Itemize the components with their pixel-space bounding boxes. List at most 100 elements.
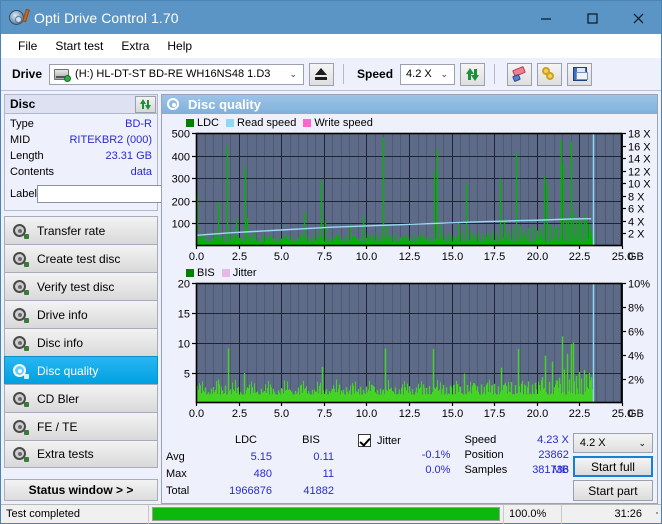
svg-text:20.0: 20.0 [527,408,548,420]
sidebar-item-cd-bler[interactable]: CD Bler [4,384,158,412]
bis-legend: BIS Jitter [164,266,655,279]
svg-text:22.5: 22.5 [569,408,590,420]
optical-drive-icon [53,67,72,82]
jitter-checkbox[interactable] [358,434,371,447]
svg-text:15.0: 15.0 [442,251,463,263]
key-button[interactable] [537,62,563,86]
erase-button[interactable] [507,62,533,86]
legend-swatch-write-speed [303,118,312,127]
sidebar-item-disc-info[interactable]: Disc info [4,328,158,356]
disc-refresh-button[interactable] [135,95,156,113]
error-stats-table: LDC BIS Avg 5.15 0.11 Max 480 11 Total 1… [166,433,342,501]
ldc-plot[interactable]: 1002003004005002 X4 X6 X8 X10 X12 X14 X1… [164,129,656,264]
disc-burn-icon [12,251,29,267]
disc-test-icon [12,223,29,239]
svg-text:22.5: 22.5 [569,251,590,263]
sidebar-item-disc-quality[interactable]: Disc quality [4,356,158,384]
page-title: Disc quality [188,97,261,112]
disc-length-value: 23.31 GB [105,150,152,162]
readout-speed: Speed 4.23 X [464,433,572,448]
disc-info-panel: Type BD-R MID RITEKBR2 (000) Length 23.3… [4,113,241,211]
svg-text:10: 10 [178,339,190,351]
maximize-button[interactable] [569,1,615,34]
start-full-button[interactable]: Start full [572,456,653,477]
disc-row-contents: Contents data [10,164,152,180]
drive-label: Drive [12,67,43,81]
menu-help[interactable]: Help [158,36,201,56]
status-window-button[interactable]: Status window > > [4,479,158,501]
jitter-max-value: 0.0% [425,464,451,476]
svg-text:15: 15 [178,309,190,321]
sidebar-item-extra-tests[interactable]: Extra tests [4,440,158,468]
sidebar-item-drive-info[interactable]: Drive info [4,300,158,328]
charts-area: LDC Read speed Write speed 100 200 300 400 5… [162,114,657,429]
menu-file[interactable]: File [9,36,46,56]
jitter-label: Jitter [377,434,401,447]
statistics-panel: LDC BIS Avg 5.15 0.11 Max 480 11 Total 1… [162,429,657,503]
resize-grip[interactable] [647,511,661,517]
progress-fill [153,508,499,520]
bis-plot[interactable]: 5 10 15 20 2% 4% 6% 8% 10% 0.0 2.5 5.0 7.5 10.0 12.5 15… [164,279,656,421]
disc-contents-label: Contents [10,166,55,178]
start-part-button[interactable]: Start part [572,480,653,501]
menu-extra[interactable]: Extra [112,36,158,56]
window-title: Opti Drive Control 1.70 [34,9,179,26]
speed-select[interactable]: 4.2 X ⌄ [400,63,456,85]
legend-item-jitter: Jitter [221,267,257,279]
sidebar-item-create-test-disc[interactable]: Create test disc [4,244,158,272]
jitter-avg-value: -0.1% [421,449,451,461]
readout-samples-value: 381736 [532,464,569,476]
legend-swatch-jitter [221,268,230,277]
eraser-icon [511,66,528,83]
sidebar-item-label: FE / TE [37,419,78,434]
sidebar-item-label: Verify test disc [37,279,115,294]
ldc-chart: LDC Read speed Write speed 100 200 300 400 5… [164,116,655,264]
svg-text:10.0: 10.0 [356,251,377,263]
stats-row-max-label: Max [166,468,187,480]
close-button[interactable] [615,1,661,34]
disc-mid-value: RITEKBR2 (000) [69,134,152,146]
disc-length-label: Length [10,150,44,162]
sidebar-item-label: Drive info [37,307,88,322]
sidebar-nav: Transfer rate Create test disc Verify te… [4,216,158,468]
stats-row-total-label: Total [166,485,190,497]
stats-max-bis: 11 [322,468,334,480]
stats-header-bis: BIS [302,434,320,446]
svg-text:6 X: 6 X [628,204,645,216]
sidebar-item-fe-te[interactable]: FE / TE [4,412,158,440]
body: Disc Type BD-R MID RITEKBR2 (000) Length… [1,91,661,504]
sidebar-item-transfer-rate[interactable]: Transfer rate [4,216,158,244]
svg-text:8%: 8% [628,303,644,315]
eject-button[interactable] [309,62,335,86]
svg-text:20.0: 20.0 [527,251,548,263]
svg-text:GB: GB [628,408,644,420]
jitter-stats: Jitter -0.1% 0.0% [358,433,456,501]
menu-start-test[interactable]: Start test [46,36,112,56]
progress-bar [149,505,503,524]
minimize-button[interactable] [523,1,569,34]
legend-label-bis: BIS [197,266,215,279]
svg-text:2.5: 2.5 [232,408,247,420]
chevron-down-icon: ⌄ [638,437,646,448]
disc-bler-icon [12,391,29,407]
stats-avg-bis: 0.11 [313,451,334,463]
svg-text:100: 100 [172,219,190,231]
refresh-drive-button[interactable] [460,62,486,86]
save-button[interactable] [567,62,593,86]
svg-text:17.5: 17.5 [484,251,505,263]
svg-text:4%: 4% [628,351,644,363]
sidebar-item-label: Transfer rate [37,223,106,238]
chevron-down-icon: ⌄ [440,68,449,79]
save-icon [572,67,588,81]
status-message: Test completed [1,504,149,524]
drive-select[interactable]: (H:) HL-DT-ST BD-RE WH16NS48 1.D3 ⌄ [49,63,305,85]
disc-type-label: Type [10,118,34,130]
disc-label-caption: Label [10,188,37,200]
legend-label-write-speed: Write speed [314,116,373,129]
title-bar: Opti Drive Control 1.70 [1,1,661,34]
test-speed-select[interactable]: 4.2 X ⌄ [572,433,653,453]
svg-text:2%: 2% [628,375,644,387]
svg-text:17.5: 17.5 [484,408,505,420]
sidebar-item-verify-test-disc[interactable]: Verify test disc [4,272,158,300]
disc-info-icon [12,307,29,323]
